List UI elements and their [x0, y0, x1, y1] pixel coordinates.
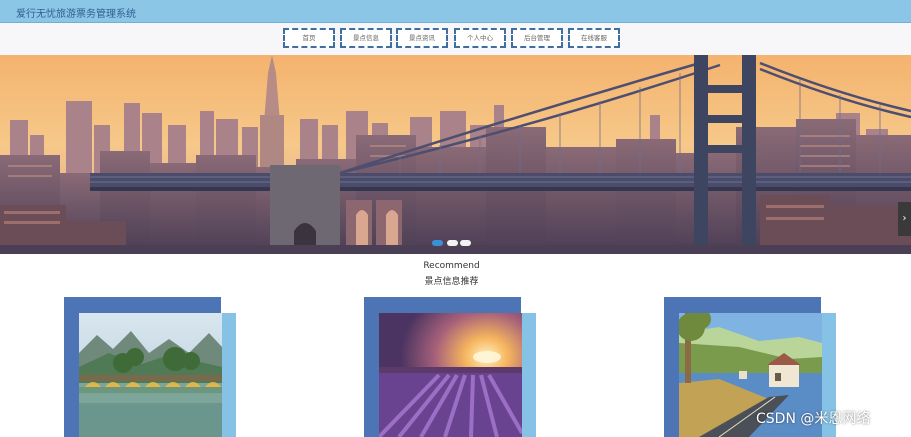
nav-item-home[interactable]: 首页: [283, 28, 335, 48]
nav-item-attractions[interactable]: 景点信息: [340, 28, 392, 48]
watermark: CSDN @米恩网络: [756, 411, 871, 427]
section-subtitle: Recommend: [423, 261, 480, 271]
carousel-dot-3[interactable]: [460, 240, 471, 246]
card-accent-1: [222, 313, 236, 437]
attraction-image-1: [79, 313, 222, 437]
nav-item-support[interactable]: 在线客服: [568, 28, 620, 48]
banner-carousel[interactable]: [0, 55, 911, 254]
carousel-next-arrow[interactable]: ›: [898, 202, 911, 236]
banner-image: [0, 55, 911, 254]
attraction-card-2[interactable]: [379, 313, 522, 437]
site-title: 爱行无忧旅游票务管理系统: [16, 9, 136, 20]
carousel-dot-1[interactable]: [432, 240, 443, 246]
attraction-image-2: [379, 313, 522, 437]
nav-item-news[interactable]: 景点资讯: [396, 28, 448, 48]
card-accent-2: [522, 313, 536, 437]
top-bar: 爱行无忧旅游票务管理系统: [0, 0, 911, 23]
main-nav: 首页 景点信息 景点资讯 个人中心 后台管理 在线客服: [0, 23, 911, 55]
attraction-card-1[interactable]: [79, 313, 222, 437]
nav-item-admin[interactable]: 后台管理: [511, 28, 563, 48]
carousel-dot-2[interactable]: [447, 240, 458, 246]
section-title: 景点信息推荐: [424, 277, 479, 287]
nav-item-profile[interactable]: 个人中心: [454, 28, 506, 48]
